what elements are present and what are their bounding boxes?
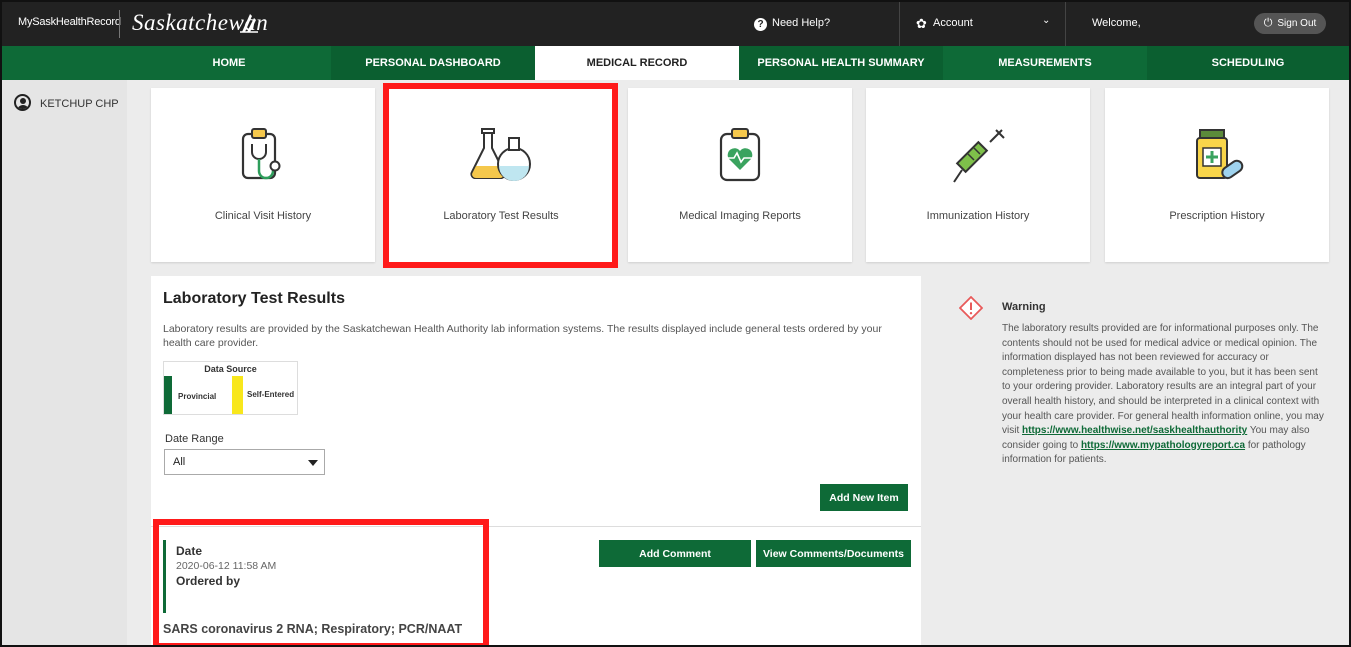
date-range-label: Date Range xyxy=(165,433,224,445)
entry-date-label: Date xyxy=(176,544,203,558)
entry-ordered-by-label: Ordered by xyxy=(176,574,241,588)
provincial-swatch xyxy=(164,376,172,414)
top-bar: MySaskHealthRecord Saskatchewan ? Need H… xyxy=(2,2,1349,46)
tile-label: Medical Imaging Reports xyxy=(679,210,801,222)
syringe-icon xyxy=(953,129,1005,183)
tile-laboratory-test-results[interactable]: Laboratory Test Results xyxy=(389,88,613,262)
user-avatar-icon xyxy=(14,94,31,111)
brand-divider xyxy=(119,10,120,38)
tile-label: Immunization History xyxy=(926,210,1030,222)
tile-label: Clinical Visit History xyxy=(214,210,312,222)
pill-bottle-icon xyxy=(1196,129,1244,180)
self-entered-swatch xyxy=(232,376,243,414)
warning-body: The laboratory results provided are for … xyxy=(1002,322,1327,468)
entry-test-name[interactable]: SARS coronavirus 2 RNA; Respiratory; PCR… xyxy=(163,622,462,636)
data-source-title: Data Source xyxy=(204,364,257,374)
gear-icon[interactable]: ✿ xyxy=(916,16,927,32)
sidebar: KETCHUP CHP xyxy=(2,80,127,645)
tab-measurements[interactable]: MEASUREMENTS xyxy=(943,46,1147,80)
sign-out-label: Sign Out xyxy=(1277,18,1317,29)
tile-prescription-history[interactable]: Prescription History xyxy=(1105,88,1329,262)
provincial-label: Provincial xyxy=(178,392,217,401)
healthwise-link[interactable]: https://www.healthwise.net/saskhealthaut… xyxy=(1022,425,1247,436)
tile-label: Laboratory Test Results xyxy=(443,210,559,222)
tab-medical-record[interactable]: MEDICAL RECORD xyxy=(535,46,739,80)
account-menu[interactable]: Account xyxy=(933,17,973,29)
lab-results-card: Laboratory Test Results Laboratory resul… xyxy=(151,276,921,645)
provincial-source-accent xyxy=(163,540,166,613)
tile-clinical-visit-history[interactable]: Clinical Visit History xyxy=(151,88,375,262)
pathology-report-link[interactable]: https://www.mypathologyreport.ca xyxy=(1081,440,1245,451)
tile-label: Prescription History xyxy=(1169,210,1265,222)
need-help-link[interactable]: Need Help? xyxy=(772,17,830,29)
wheat-logo-icon xyxy=(240,14,258,33)
main-nav: HOME PERSONAL DASHBOARD MEDICAL RECORD P… xyxy=(2,46,1349,80)
warning-title: Warning xyxy=(1002,301,1046,313)
add-comment-button[interactable]: Add Comment xyxy=(599,540,751,567)
welcome-text: Welcome, xyxy=(1092,17,1141,29)
power-icon: ⏻ xyxy=(1263,17,1273,29)
clipboard-stethoscope-icon xyxy=(241,128,281,180)
tab-home[interactable]: HOME xyxy=(127,46,331,80)
caret-down-icon xyxy=(308,460,318,466)
clipboard-heart-icon xyxy=(719,128,761,182)
warning-text: The laboratory results provided are for … xyxy=(1002,323,1324,437)
chevron-down-icon[interactable]: ⌄ xyxy=(1042,15,1050,26)
tab-personal-health-summary[interactable]: PERSONAL HEALTH SUMMARY xyxy=(739,46,943,80)
date-range-select[interactable]: All xyxy=(164,449,325,475)
header-separator xyxy=(899,2,900,46)
view-comments-button[interactable]: View Comments/Documents xyxy=(756,540,911,567)
entry-date-value: 2020-06-12 11:58 AM xyxy=(176,560,277,572)
date-range-value: All xyxy=(173,456,186,468)
header-separator xyxy=(1065,2,1066,46)
page-title: Laboratory Test Results xyxy=(163,290,345,307)
sign-out-button[interactable]: ⏻ Sign Out xyxy=(1254,13,1326,34)
app-window: MySaskHealthRecord Saskatchewan ? Need H… xyxy=(0,0,1351,647)
lab-flasks-icon xyxy=(470,128,531,181)
data-source-legend: Data Source Provincial Self-Entered xyxy=(163,361,298,415)
help-icon[interactable]: ? xyxy=(754,18,767,31)
divider xyxy=(151,526,921,527)
tab-personal-dashboard[interactable]: PERSONAL DASHBOARD xyxy=(331,46,535,80)
tile-medical-imaging-reports[interactable]: Medical Imaging Reports xyxy=(628,88,852,262)
tile-immunization-history[interactable]: Immunization History xyxy=(866,88,1090,262)
self-entered-label: Self-Entered xyxy=(247,390,295,399)
tab-scheduling[interactable]: SCHEDULING xyxy=(1147,46,1349,80)
warning-icon xyxy=(959,296,983,320)
lab-results-description: Laboratory results are provided by the S… xyxy=(163,323,882,349)
sidebar-user-name[interactable]: KETCHUP CHP xyxy=(40,98,119,110)
add-new-item-button[interactable]: Add New Item xyxy=(820,484,908,511)
brand-link[interactable]: MySaskHealthRecord xyxy=(18,16,121,28)
